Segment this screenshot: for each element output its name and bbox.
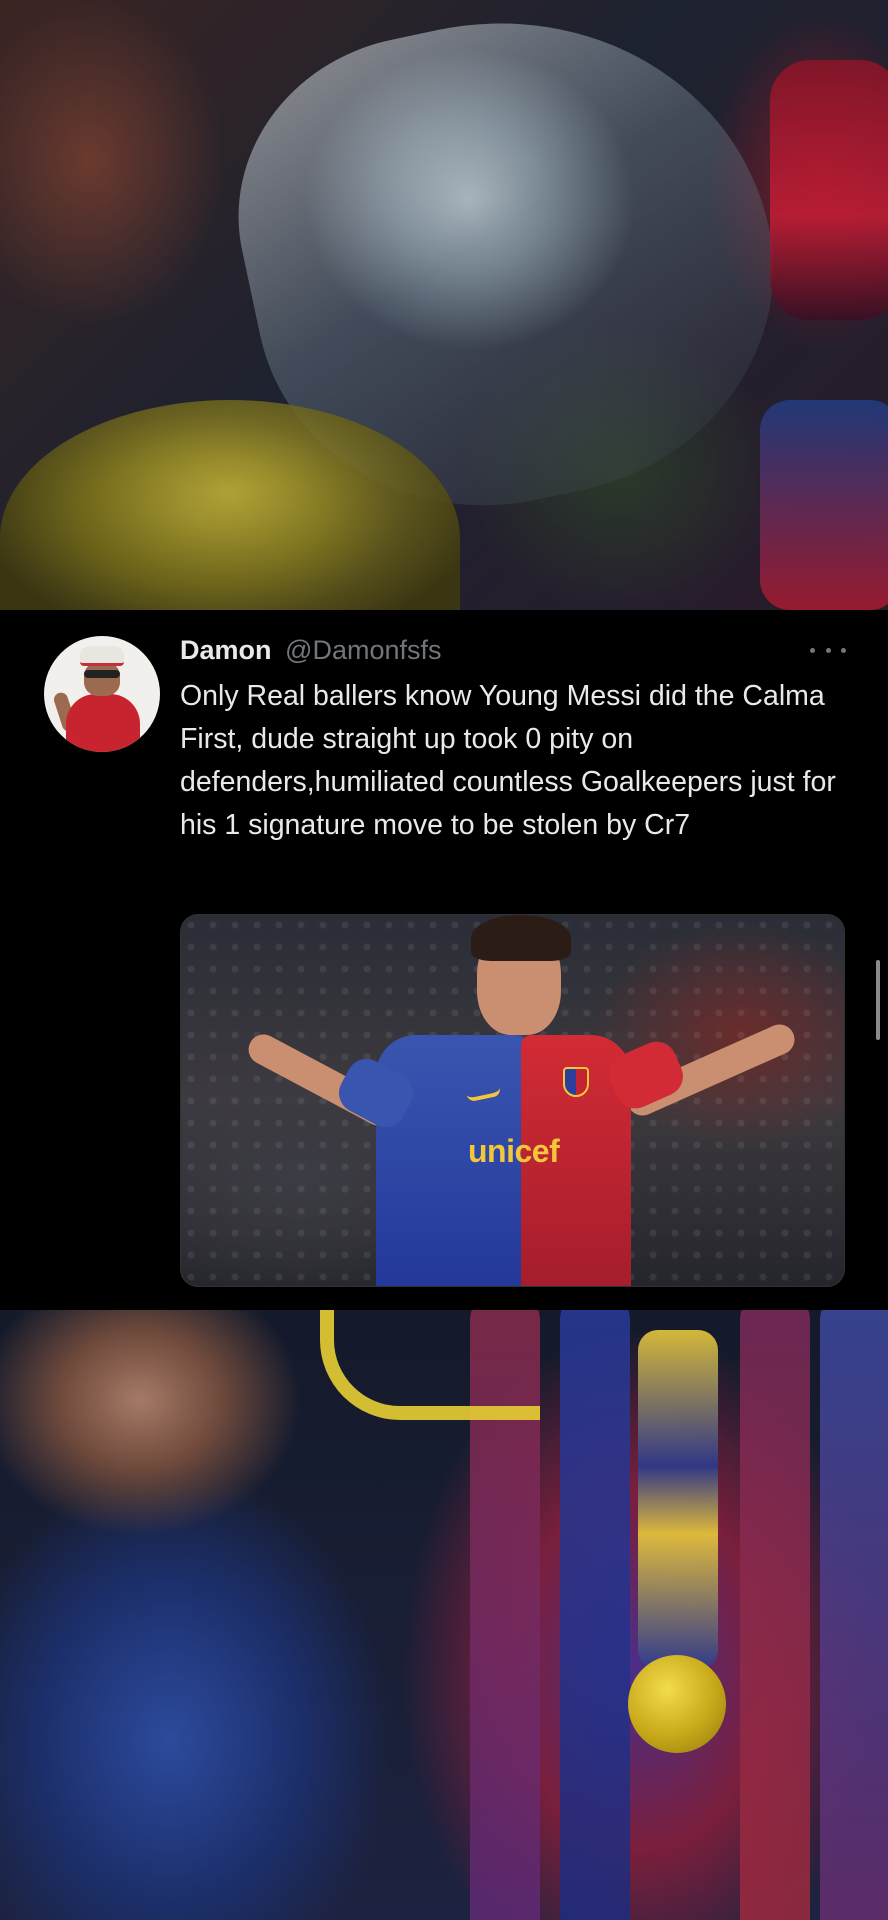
avatar-figure-cap — [80, 646, 124, 666]
medal-ribbon — [638, 1330, 718, 1670]
scrollbar[interactable] — [876, 960, 880, 1040]
more-horizontal-icon[interactable] — [810, 640, 846, 660]
more-dot — [825, 647, 831, 653]
tweet-text: Only Real ballers know Young Messi did t… — [180, 680, 836, 841]
jersey-collar — [320, 1310, 540, 1420]
tweet-header: Damon @Damonfsfs — [180, 630, 800, 670]
jersey-stripe — [560, 1310, 630, 1920]
jersey-stripe — [740, 1310, 810, 1920]
tweet-media-image[interactable]: unicef — [180, 914, 845, 1287]
club-crest-icon — [563, 1067, 589, 1097]
more-dot — [841, 647, 846, 653]
avatar[interactable] — [44, 636, 160, 752]
avatar-figure-face — [84, 662, 120, 696]
jersey-sponsor-text: unicef — [468, 1133, 560, 1169]
video-background-top — [0, 0, 888, 610]
video-frame[interactable]: Damon @Damonfsfs Only Real ballers know … — [0, 0, 888, 1920]
author-name[interactable]: Damon — [180, 635, 272, 665]
player-shirt-image — [770, 60, 888, 320]
player-hair — [471, 915, 571, 961]
medal-icon — [628, 1655, 726, 1753]
jersey-stripe — [820, 1310, 888, 1920]
more-dot — [810, 647, 815, 653]
video-background-bottom — [0, 1310, 888, 1920]
avatar-figure-body — [66, 694, 140, 752]
author-handle[interactable]: @Damonfsfs — [285, 635, 441, 665]
avatar-figure-glasses — [84, 670, 120, 678]
player-shirt-lower-image — [760, 400, 888, 610]
